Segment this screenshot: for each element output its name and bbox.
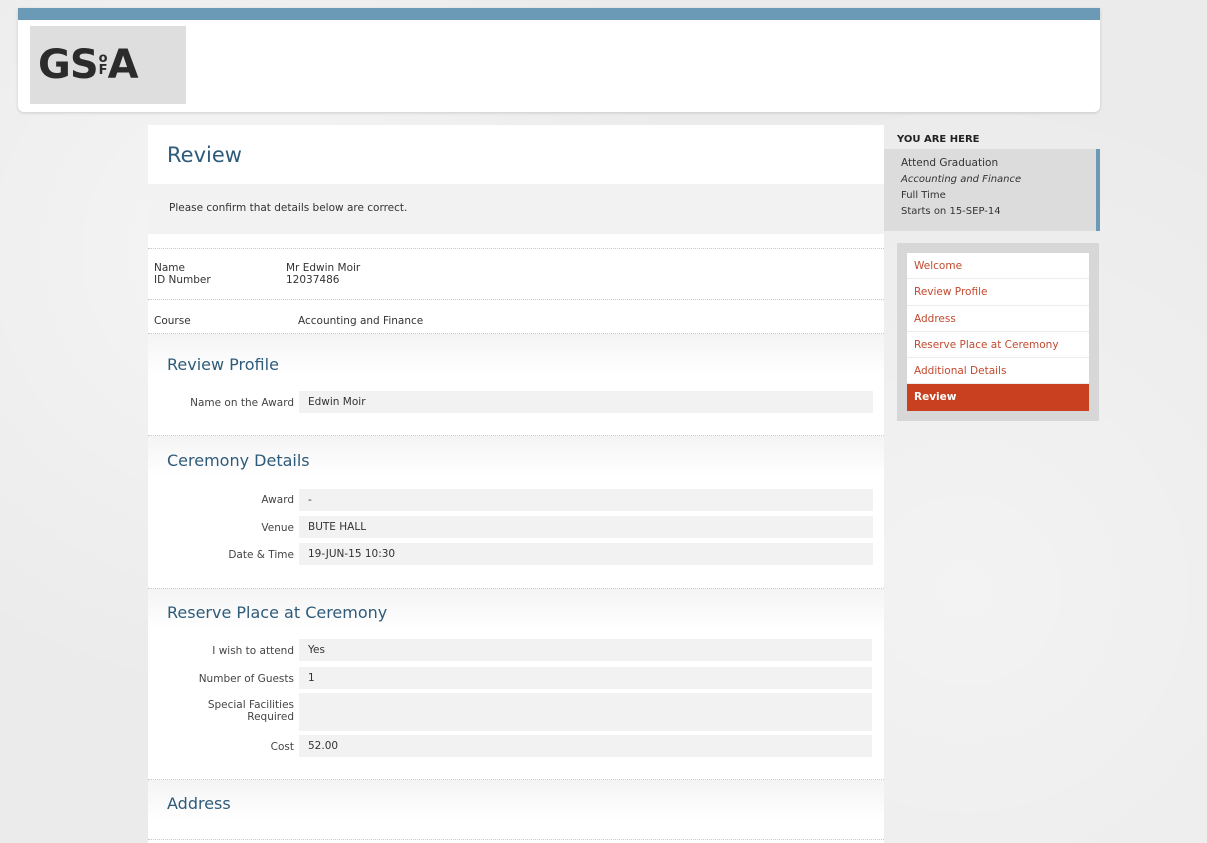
- cost-label: Cost: [270, 741, 294, 753]
- nav-item-review-profile[interactable]: Review Profile: [907, 279, 1089, 306]
- id-number-value: 12037486: [286, 274, 340, 286]
- cost-value: 52.00: [299, 735, 872, 757]
- special-facilities-label-line2: Required: [247, 711, 294, 723]
- divider: [148, 248, 884, 249]
- name-label: Name: [154, 262, 185, 274]
- site-logo[interactable]: GS o F A: [30, 26, 186, 104]
- id-number-label: ID Number: [154, 274, 211, 286]
- divider: [148, 839, 884, 840]
- wish-to-attend-label: I wish to attend: [212, 645, 294, 657]
- confirmation-notice: Please confirm that details below are co…: [148, 184, 884, 234]
- you-are-here-heading: YOU ARE HERE: [897, 134, 980, 145]
- review-profile-section: [148, 334, 884, 434]
- name-value: Mr Edwin Moir: [286, 262, 361, 274]
- award-label: Award: [261, 494, 294, 506]
- name-on-award-label: Name on the Award: [190, 397, 294, 409]
- context-course: Accounting and Finance: [901, 174, 1022, 185]
- ceremony-details-title: Ceremony Details: [167, 451, 310, 470]
- course-label: Course: [154, 315, 191, 327]
- main-panel: Review Please confirm that details below…: [148, 125, 884, 843]
- context-start-date: Starts on 15-SEP-14: [901, 206, 1001, 217]
- logo-wordmark: GS o F A: [38, 42, 139, 88]
- venue-label: Venue: [261, 522, 294, 534]
- award-value: -: [299, 489, 873, 511]
- step-navigation: Welcome Review Profile Address Reserve P…: [897, 243, 1099, 421]
- nav-item-review[interactable]: Review: [907, 384, 1089, 411]
- special-facilities-value: [299, 693, 872, 731]
- review-profile-title: Review Profile: [167, 355, 279, 374]
- nav-item-additional-details[interactable]: Additional Details: [907, 358, 1089, 385]
- divider: [148, 299, 884, 300]
- number-of-guests-value: 1: [299, 667, 872, 689]
- context-box: Attend Graduation Accounting and Finance…: [884, 149, 1100, 231]
- nav-item-address[interactable]: Address: [907, 306, 1089, 332]
- nav-item-reserve-place[interactable]: Reserve Place at Ceremony: [907, 332, 1089, 359]
- venue-value: BUTE HALL: [299, 516, 873, 538]
- context-mode: Full Time: [901, 190, 946, 201]
- nav-item-welcome[interactable]: Welcome: [907, 253, 1089, 280]
- course-value: Accounting and Finance: [298, 315, 424, 327]
- date-time-label: Date & Time: [228, 549, 294, 561]
- context-activity: Attend Graduation: [901, 157, 999, 169]
- site-header: GS o F A: [18, 8, 1100, 112]
- address-section: [148, 780, 884, 843]
- number-of-guests-label: Number of Guests: [198, 673, 294, 685]
- step-nav-list: Welcome Review Profile Address Reserve P…: [907, 253, 1089, 411]
- wish-to-attend-value: Yes: [299, 639, 872, 661]
- reserve-place-title: Reserve Place at Ceremony: [167, 603, 388, 622]
- address-title: Address: [167, 794, 231, 813]
- page-title: Review: [167, 143, 242, 167]
- name-on-award-value: Edwin Moir: [299, 391, 873, 413]
- special-facilities-label-line1: Special Facilities: [207, 699, 294, 711]
- date-time-value: 19-JUN-15 10:30: [299, 543, 873, 565]
